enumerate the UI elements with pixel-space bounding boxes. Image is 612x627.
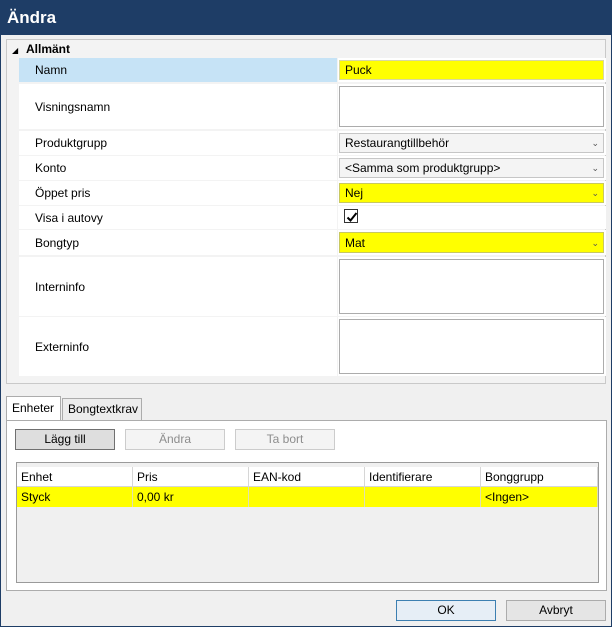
check-icon xyxy=(346,212,358,222)
edit-button[interactable]: Ändra xyxy=(125,429,225,450)
tab-bongtextkrav[interactable]: Bongtextkrav xyxy=(62,398,142,420)
oppet-pris-value: Nej xyxy=(345,186,364,200)
cell-identifierare[interactable] xyxy=(365,487,481,507)
table-row[interactable]: Styck 0,00 kr <Ingen> xyxy=(17,487,598,507)
interninfo-field[interactable] xyxy=(339,259,604,314)
group-header-allmant[interactable]: ◢ Allmänt xyxy=(12,41,70,57)
chevron-down-icon[interactable]: ⌄ xyxy=(591,188,599,198)
externinfo-field[interactable] xyxy=(339,319,604,374)
property-row-externinfo: Externinfo xyxy=(19,317,606,376)
property-label[interactable]: Namn xyxy=(19,58,337,82)
property-row-namn: Namn Puck xyxy=(19,58,606,82)
property-label[interactable]: Konto xyxy=(19,156,337,180)
units-table: Enhet Pris EAN-kod Identifierare Bonggru… xyxy=(16,462,599,583)
column-header-bonggrupp[interactable]: Bonggrupp xyxy=(481,467,598,487)
property-row-konto: Konto <Samma som produktgrupp> ⌄ xyxy=(19,156,606,180)
remove-button[interactable]: Ta bort xyxy=(235,429,335,450)
produktgrupp-value: Restaurangtillbehör xyxy=(345,136,450,150)
chevron-down-icon[interactable]: ⌄ xyxy=(591,163,599,173)
property-label[interactable]: Visningsnamn xyxy=(19,84,337,129)
column-header-ean-kod[interactable]: EAN-kod xyxy=(249,467,365,487)
tab-enheter[interactable]: Enheter xyxy=(6,396,61,420)
dialog-title: Ändra xyxy=(1,1,611,35)
property-label[interactable]: Öppet pris xyxy=(19,181,337,205)
oppet-pris-dropdown[interactable]: Nej ⌄ xyxy=(339,183,604,203)
chevron-down-icon[interactable]: ⌄ xyxy=(591,238,599,248)
visningsnamn-field[interactable] xyxy=(339,86,604,127)
chevron-down-icon[interactable]: ⌄ xyxy=(591,138,599,148)
table-header: Enhet Pris EAN-kod Identifierare Bonggru… xyxy=(17,467,598,487)
visa-i-autovy-checkbox[interactable] xyxy=(344,209,358,223)
property-row-produktgrupp: Produktgrupp Restaurangtillbehör ⌄ xyxy=(19,131,606,155)
property-label[interactable]: Produktgrupp xyxy=(19,131,337,155)
property-label[interactable]: Visa i autovy xyxy=(19,206,337,229)
konto-dropdown[interactable]: <Samma som produktgrupp> ⌄ xyxy=(339,158,604,178)
property-row-oppet-pris: Öppet pris Nej ⌄ xyxy=(19,181,606,205)
property-label[interactable]: Externinfo xyxy=(19,317,337,376)
namn-field[interactable]: Puck xyxy=(339,60,604,80)
produktgrupp-dropdown[interactable]: Restaurangtillbehör ⌄ xyxy=(339,133,604,153)
property-label[interactable]: Interninfo xyxy=(19,257,337,316)
cell-ean-kod[interactable] xyxy=(249,487,365,507)
konto-value: <Samma som produktgrupp> xyxy=(345,161,501,175)
property-grid: ◢ Allmänt Namn Puck Visningsnamn Produktg… xyxy=(6,39,606,384)
cancel-button[interactable]: Avbryt xyxy=(506,600,606,621)
cell-enhet[interactable]: Styck xyxy=(17,487,133,507)
triangle-down-icon[interactable]: ◢ xyxy=(12,43,26,59)
tab-panel-enheter: Lägg till Ändra Ta bort Enhet Pris EAN-k… xyxy=(6,420,607,591)
cell-bonggrupp[interactable]: <Ingen> xyxy=(481,487,598,507)
property-label[interactable]: Bongtyp xyxy=(19,230,337,255)
edit-dialog: Ändra ◢ Allmänt Namn Puck Visningsnamn Pr… xyxy=(0,0,612,627)
property-row-interninfo: Interninfo xyxy=(19,257,606,316)
column-header-identifierare[interactable]: Identifierare xyxy=(365,467,481,487)
column-header-pris[interactable]: Pris xyxy=(133,467,249,487)
bongtyp-value: Mat xyxy=(345,235,366,250)
add-button[interactable]: Lägg till xyxy=(15,429,115,450)
ok-button[interactable]: OK xyxy=(396,600,496,621)
property-row-visningsnamn: Visningsnamn xyxy=(19,84,606,129)
property-row-bongtyp: Bongtyp Mat ⌄ xyxy=(19,230,606,255)
cell-pris[interactable]: 0,00 kr xyxy=(133,487,249,507)
column-header-enhet[interactable]: Enhet xyxy=(17,467,133,487)
property-row-visa-i-autovy: Visa i autovy xyxy=(19,206,606,229)
bongtyp-dropdown[interactable]: Mat ⌄ xyxy=(339,232,604,253)
group-label: Allmänt xyxy=(26,42,71,56)
